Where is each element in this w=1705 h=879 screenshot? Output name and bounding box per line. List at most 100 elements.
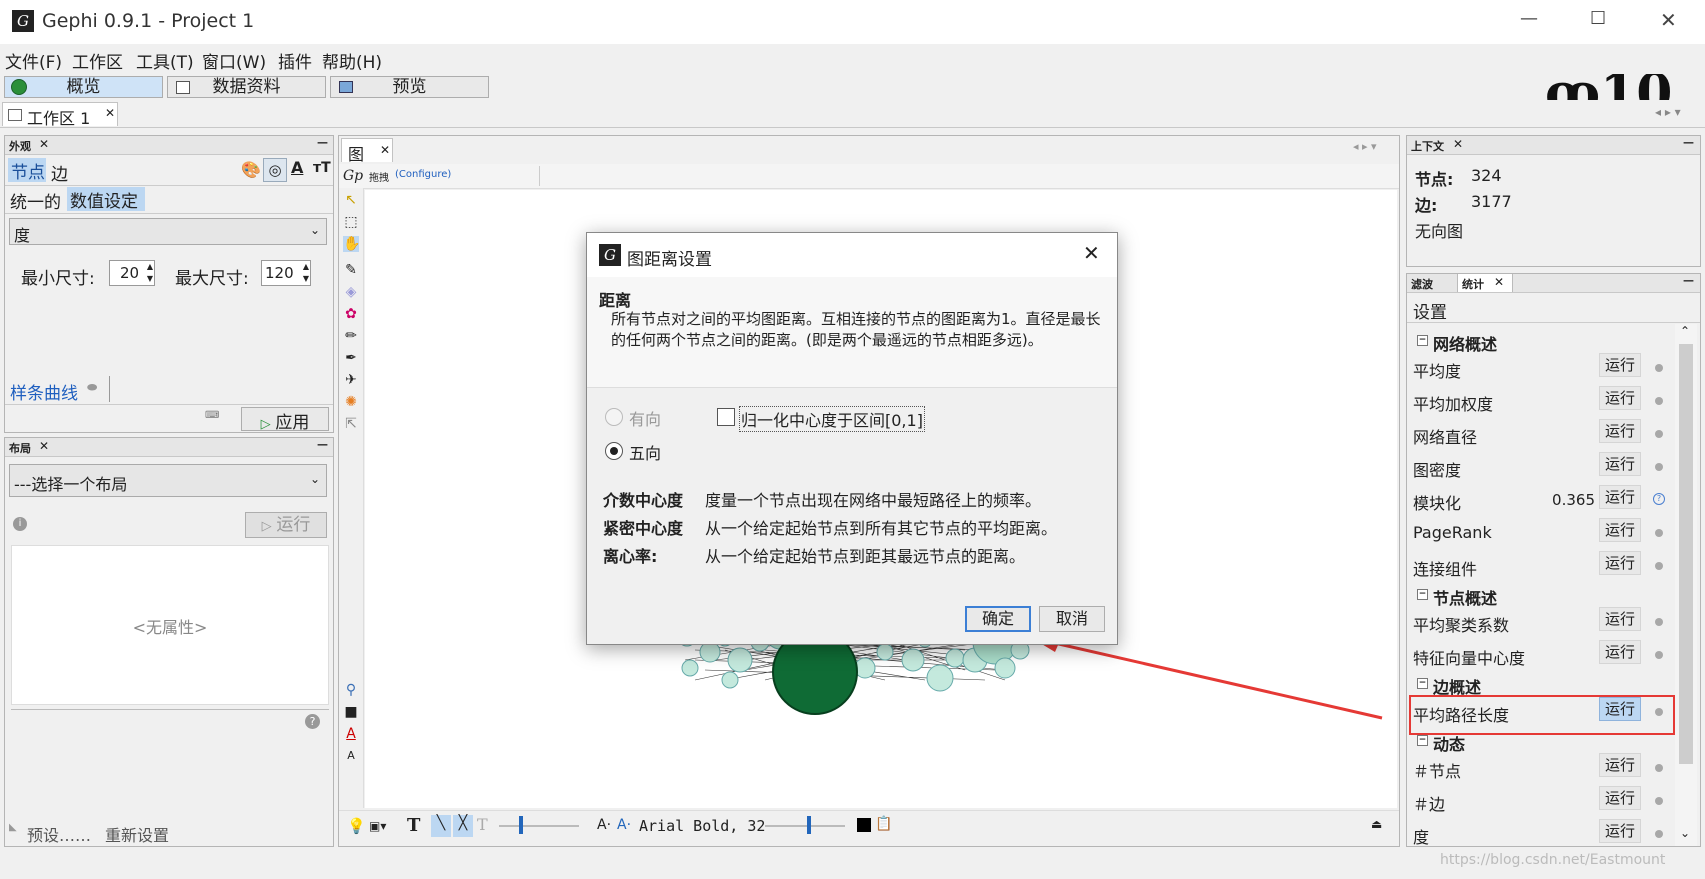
slider-thumb[interactable] bbox=[519, 816, 523, 834]
minimize-button[interactable]: — bbox=[1520, 8, 1538, 29]
info-dot-icon[interactable] bbox=[1655, 830, 1663, 838]
font-a-blue-icon[interactable]: A· bbox=[617, 817, 631, 833]
configure-link[interactable]: (Configure) bbox=[395, 169, 451, 180]
drag-tool-icon[interactable]: Gp bbox=[343, 166, 363, 186]
run-layout-button[interactable]: ▷ 运行 bbox=[245, 512, 327, 538]
info-dot-icon[interactable] bbox=[1655, 651, 1663, 659]
size-icon[interactable]: ◎ bbox=[263, 158, 287, 182]
tab-edges[interactable]: 边 bbox=[51, 160, 68, 185]
collapse-icon[interactable]: − bbox=[1417, 678, 1428, 689]
section-node-overview[interactable]: − 节点概述 bbox=[1407, 583, 1673, 608]
tab-statistics[interactable]: 统计 ✕ bbox=[1457, 274, 1513, 292]
info-icon[interactable]: i bbox=[13, 517, 27, 531]
info-dot-icon[interactable] bbox=[1655, 430, 1663, 438]
scroll-thumb[interactable] bbox=[1679, 344, 1693, 764]
pencil-icon[interactable]: ✏ bbox=[343, 328, 359, 344]
chain-icon[interactable]: ⌨ bbox=[205, 410, 219, 421]
presets-link[interactable]: 预设…… bbox=[27, 822, 91, 846]
apply-button[interactable]: ▷ 应用 bbox=[241, 407, 329, 433]
close-icon[interactable]: ✕ bbox=[105, 106, 115, 120]
max-size-spinner[interactable]: 120 ▲ ▼ bbox=[261, 260, 311, 286]
label-size-icon[interactable]: тT bbox=[313, 160, 331, 176]
text-size-icon[interactable]: T bbox=[477, 815, 488, 834]
tab-ranking[interactable]: 数值设定 bbox=[67, 187, 145, 212]
help-icon[interactable]: ? bbox=[305, 714, 320, 729]
minimize-icon[interactable]: — bbox=[1683, 274, 1694, 287]
edge-curved-icon[interactable]: ╳ bbox=[453, 815, 473, 837]
run-button[interactable]: 运行 bbox=[1599, 353, 1641, 377]
scroll-up-icon[interactable]: ⌃ bbox=[1680, 324, 1690, 338]
spinner-arrows-icon[interactable]: ▲ ▼ bbox=[303, 261, 309, 285]
tab-preview[interactable]: 预览 bbox=[330, 76, 489, 98]
settings-label[interactable]: 设置 bbox=[1413, 298, 1447, 323]
paint-icon[interactable]: ✿ bbox=[343, 306, 359, 322]
pointer-icon[interactable]: ↖ bbox=[343, 192, 359, 208]
label-color-icon[interactable]: A bbox=[291, 158, 303, 177]
run-button[interactable]: 运行 bbox=[1599, 419, 1641, 443]
run-button[interactable]: 运行 bbox=[1599, 607, 1641, 631]
scroll-down-icon[interactable]: ⌄ bbox=[1680, 826, 1690, 840]
run-button[interactable]: 运行 bbox=[1599, 485, 1641, 509]
tab-data-laboratory[interactable]: 数据资料 bbox=[167, 76, 326, 98]
maximize-button[interactable]: ☐ bbox=[1590, 8, 1606, 29]
info-dot-icon[interactable] bbox=[1655, 364, 1663, 372]
info-dot-icon[interactable] bbox=[1655, 463, 1663, 471]
edge-width-slider[interactable] bbox=[499, 825, 579, 827]
screenshot-icon[interactable]: ▣▾ bbox=[369, 819, 386, 833]
run-button[interactable]: 运行 bbox=[1599, 786, 1641, 810]
menu-file[interactable]: 文件(F) bbox=[5, 48, 62, 73]
reset-link[interactable]: 重新设置 bbox=[105, 822, 169, 846]
collapse-icon[interactable]: − bbox=[1417, 335, 1428, 346]
label-size-slider[interactable] bbox=[765, 825, 845, 827]
info-dot-icon[interactable] bbox=[1655, 764, 1663, 772]
menu-plugins[interactable]: 插件 bbox=[278, 48, 312, 73]
help-pointer-icon[interactable]: ⇱ bbox=[343, 416, 359, 432]
brush-icon[interactable]: ✎ bbox=[343, 262, 359, 278]
section-edge-overview[interactable]: − 边概述 bbox=[1407, 672, 1673, 697]
slider-thumb[interactable] bbox=[807, 816, 811, 834]
info-dot-icon[interactable] bbox=[1655, 397, 1663, 405]
square-icon[interactable]: ■ bbox=[343, 704, 359, 720]
tab-nav-icon[interactable]: ◂ ▸ ▾ bbox=[1353, 140, 1377, 153]
stats-scrollbar[interactable]: ⌃ ⌄ bbox=[1675, 324, 1697, 846]
hand-icon[interactable]: ✋ bbox=[343, 236, 360, 252]
collapse-icon[interactable]: − bbox=[1417, 589, 1428, 600]
info-dot-icon[interactable] bbox=[1655, 618, 1663, 626]
section-dynamic[interactable]: − 动态 bbox=[1407, 729, 1673, 754]
color-swatch[interactable] bbox=[857, 818, 871, 832]
menu-window[interactable]: 窗口(W) bbox=[202, 48, 266, 73]
font-a-icon[interactable]: A· bbox=[597, 817, 611, 833]
font-size-icon[interactable]: A bbox=[343, 748, 359, 764]
menu-workspace[interactable]: 工作区 bbox=[72, 48, 123, 73]
run-button[interactable]: 运行 bbox=[1599, 753, 1641, 777]
lightbulb-icon[interactable]: 💡 bbox=[347, 817, 366, 835]
close-icon[interactable]: ✕ bbox=[1494, 275, 1504, 289]
attribute-select[interactable]: 度 ⌄ bbox=[9, 218, 327, 245]
rect-select-icon[interactable]: ⬚ bbox=[343, 214, 359, 230]
edge-straight-icon[interactable]: ╲ bbox=[431, 815, 451, 837]
tab-filters[interactable]: 滤波 bbox=[1411, 276, 1433, 292]
zoom-icon[interactable]: ⚲ bbox=[343, 682, 359, 698]
run-button[interactable]: 运行 bbox=[1599, 452, 1641, 476]
eject-icon[interactable]: ⏏ bbox=[1371, 817, 1382, 831]
close-icon[interactable]: ✕ bbox=[39, 439, 49, 453]
plane-icon[interactable]: ✈ bbox=[343, 372, 359, 388]
spline-link[interactable]: 样条曲线 bbox=[10, 379, 78, 404]
ok-button[interactable]: 确定 bbox=[965, 606, 1031, 632]
run-button[interactable]: 运行 bbox=[1599, 518, 1641, 542]
tab-overview[interactable]: 概览 bbox=[4, 76, 163, 98]
min-size-spinner[interactable]: 20 ▲ ▼ bbox=[109, 260, 155, 286]
workspace-tab[interactable]: 工作区 1 ✕ bbox=[2, 102, 118, 128]
close-icon[interactable]: ✕ bbox=[1083, 241, 1100, 265]
collapse-icon[interactable]: − bbox=[1417, 735, 1428, 746]
info-dot-icon[interactable] bbox=[1655, 562, 1663, 570]
gear-icon[interactable]: ✺ bbox=[343, 394, 359, 410]
menu-tools[interactable]: 工具(T) bbox=[136, 48, 194, 73]
close-icon[interactable]: ✕ bbox=[1453, 137, 1463, 151]
spinner-arrows-icon[interactable]: ▲ ▼ bbox=[147, 261, 153, 285]
palette-icon[interactable]: 🎨 bbox=[241, 160, 261, 179]
menu-help[interactable]: 帮助(H) bbox=[322, 48, 382, 73]
run-button[interactable]: 运行 bbox=[1599, 819, 1641, 843]
run-button[interactable]: 运行 bbox=[1599, 640, 1641, 664]
tab-unique[interactable]: 统一的 bbox=[10, 188, 61, 213]
